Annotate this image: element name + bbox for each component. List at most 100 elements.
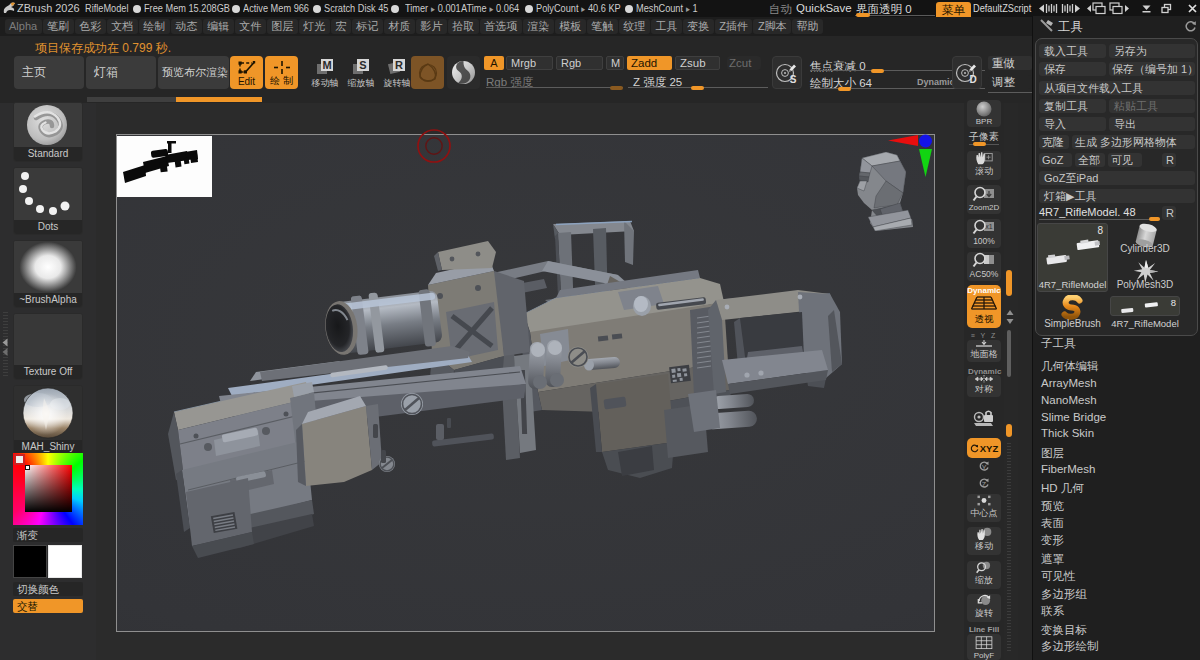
tool-item-polymesh[interactable]: PolyMesh3D xyxy=(1110,259,1180,292)
palette-reset-icon[interactable] xyxy=(1184,20,1197,33)
tool-item-cylinder[interactable]: Cylinder3D xyxy=(1110,223,1180,256)
aa-half-button[interactable]: AC50% xyxy=(967,252,1001,281)
menu-transform[interactable]: 变换 xyxy=(683,19,714,34)
shelf-scroll-orange-2[interactable] xyxy=(1006,424,1012,437)
goz-visible-button[interactable]: 可见 xyxy=(1108,153,1142,167)
draw-size-handle[interactable] xyxy=(838,87,851,91)
close-icon[interactable] xyxy=(1186,2,1199,15)
menu-stroke[interactable]: 笔触 xyxy=(587,19,618,34)
rotate-xyz-button[interactable]: XYZ xyxy=(967,438,1001,458)
zcut-button[interactable]: Zcut xyxy=(727,56,761,70)
subpixel-slider[interactable]: 子像素 xyxy=(967,130,1001,147)
load-tool-button[interactable]: 载入工具 xyxy=(1039,44,1106,58)
minimize-icon[interactable] xyxy=(1140,2,1153,15)
home-button[interactable]: 主页 xyxy=(14,56,84,89)
color-picker[interactable] xyxy=(13,453,83,525)
shelf-scroll-handle[interactable] xyxy=(1007,330,1011,377)
rotate-z-button[interactable]: Z xyxy=(967,476,1001,490)
subpalette-nanomesh[interactable]: NanoMesh xyxy=(1041,394,1097,406)
paste-tool-button[interactable]: 粘贴工具 xyxy=(1109,99,1195,113)
subpalette-subtool[interactable]: 子工具 xyxy=(1041,336,1076,351)
draw-button[interactable]: 绘 制 xyxy=(265,56,298,89)
perspective-button[interactable]: Dynamic 透视 xyxy=(967,285,1001,328)
zoom-view-button[interactable]: 缩放 xyxy=(967,561,1001,589)
ui-next-icon[interactable] xyxy=(1060,2,1081,15)
rotate-gyro-button[interactable]: R 旋转轴 xyxy=(380,56,414,90)
menu-stencil[interactable]: 模板 xyxy=(555,19,586,34)
a-button[interactable]: A xyxy=(484,56,504,70)
tool-slider-handle[interactable] xyxy=(1149,217,1160,221)
menu-macro[interactable]: 宏 xyxy=(331,19,351,34)
sv-square[interactable] xyxy=(25,465,72,512)
mrgb-button[interactable]: Mrgb xyxy=(506,56,553,70)
make-polymesh-button[interactable]: 生成 多边形网格物体 xyxy=(1072,135,1195,149)
goz-r-button[interactable]: R xyxy=(1162,153,1176,167)
subpalette-preview[interactable]: 预览 xyxy=(1041,499,1064,514)
current-stroke-thumb[interactable]: Dots xyxy=(13,167,83,235)
clipped-button-1[interactable]: 重做 xyxy=(988,56,1032,70)
tray-divider-handle[interactable] xyxy=(2,312,9,378)
focal-shift-slider[interactable]: 焦点衰减 0 xyxy=(810,59,866,74)
subpalette-deformation[interactable]: 变形 xyxy=(1041,533,1064,548)
alternate-button[interactable]: 交替 xyxy=(13,599,83,613)
copy-tool-button[interactable]: 复制工具 xyxy=(1039,99,1106,113)
clipped-button-2[interactable]: 调整 xyxy=(988,75,1032,89)
goz-ipad-button[interactable]: GoZ至iPad xyxy=(1039,171,1195,185)
menu-file[interactable]: 文件 xyxy=(235,19,266,34)
rgb-intensity-handle[interactable] xyxy=(610,86,623,90)
subpalette-polypaint[interactable]: 多边形绘制 xyxy=(1041,639,1099,654)
subpalette-arraymesh[interactable]: ArrayMesh xyxy=(1041,377,1097,389)
bpr-button[interactable]: BPR xyxy=(967,100,1001,127)
zoom2d-button[interactable]: Zoom2D xyxy=(967,185,1001,214)
menu-alpha[interactable]: Alpha xyxy=(5,19,42,34)
menu-document[interactable]: 文档 xyxy=(107,19,138,34)
lightbox-tool-button[interactable]: 灯箱▶工具 xyxy=(1039,189,1195,203)
menu-movie[interactable]: 影片 xyxy=(416,19,447,34)
current-alpha-thumb[interactable]: ~BrushAlpha xyxy=(13,240,83,308)
focal-shift-brush-button[interactable]: S xyxy=(772,56,802,89)
shelf-scroll-arrows-icon[interactable] xyxy=(1005,309,1015,325)
subpalette-masking[interactable]: 遮罩 xyxy=(1041,552,1064,567)
menu-draw[interactable]: 绘制 xyxy=(139,19,170,34)
menu-marker[interactable]: 标记 xyxy=(352,19,383,34)
current-brush-thumb[interactable]: Standard xyxy=(13,102,83,162)
tool-r-button[interactable]: R xyxy=(1162,206,1176,220)
tool-item-riflemodel[interactable]: 8 4R7_RifleModel xyxy=(1110,296,1180,331)
lightbox-button[interactable]: 灯箱 xyxy=(86,56,156,89)
menu-zplugin[interactable]: Z插件 xyxy=(715,19,753,34)
restore-icon[interactable] xyxy=(1160,2,1173,15)
ui-prev-icon[interactable] xyxy=(1038,2,1059,15)
subpixel-handle[interactable] xyxy=(973,142,986,146)
rifle-model[interactable] xyxy=(116,134,935,632)
menu-material[interactable]: 材质 xyxy=(384,19,415,34)
rotate-view-button[interactable]: 旋转 xyxy=(967,594,1001,622)
rotate-y-button[interactable]: Y xyxy=(967,459,1001,473)
switch-color-button[interactable]: 切换颜色 xyxy=(13,582,83,596)
main-color-swatch[interactable] xyxy=(13,545,47,578)
menu-preferences[interactable]: 首选项 xyxy=(480,19,522,34)
tool-slider-track[interactable] xyxy=(1039,219,1160,220)
export-button[interactable]: 导出 xyxy=(1109,117,1195,131)
menu-dynamics[interactable]: 动态 xyxy=(171,19,202,34)
save-inc-button[interactable]: 保存（编号加 1） xyxy=(1109,62,1195,76)
local-pivot-button[interactable]: 中心点 xyxy=(967,494,1001,522)
tool-item-simplebrush[interactable]: SimpleBrush xyxy=(1037,296,1108,331)
save-as-button[interactable]: 另存为 xyxy=(1109,44,1195,58)
m-button[interactable]: M xyxy=(606,56,624,70)
viewport-canvas[interactable] xyxy=(96,103,964,660)
tray-collapse-arrow-icon[interactable] xyxy=(1,338,9,356)
subpalette-geometry[interactable]: 几何体编辑 xyxy=(1041,359,1099,374)
subpalette-slimebridge[interactable]: Slime Bridge xyxy=(1041,411,1106,423)
import-button[interactable]: 导入 xyxy=(1039,117,1106,131)
tray-scroll-gray[interactable] xyxy=(87,97,176,102)
material-current-button[interactable] xyxy=(447,56,480,89)
rgb-intensity-track[interactable] xyxy=(486,87,623,88)
subpalette-morphtarget[interactable]: 变换目标 xyxy=(1041,623,1087,638)
scale-gyro-button[interactable]: S 缩放轴 xyxy=(344,56,378,90)
shelf-scroll-orange-1[interactable] xyxy=(1006,270,1012,296)
save-button[interactable]: 保存 xyxy=(1039,62,1106,76)
stroke-current-button[interactable] xyxy=(411,56,444,89)
subpalette-fibermesh[interactable]: FiberMesh xyxy=(1041,463,1095,475)
current-texture-thumb[interactable]: Texture Off xyxy=(13,313,83,380)
menu-picker[interactable]: 拾取 xyxy=(448,19,479,34)
